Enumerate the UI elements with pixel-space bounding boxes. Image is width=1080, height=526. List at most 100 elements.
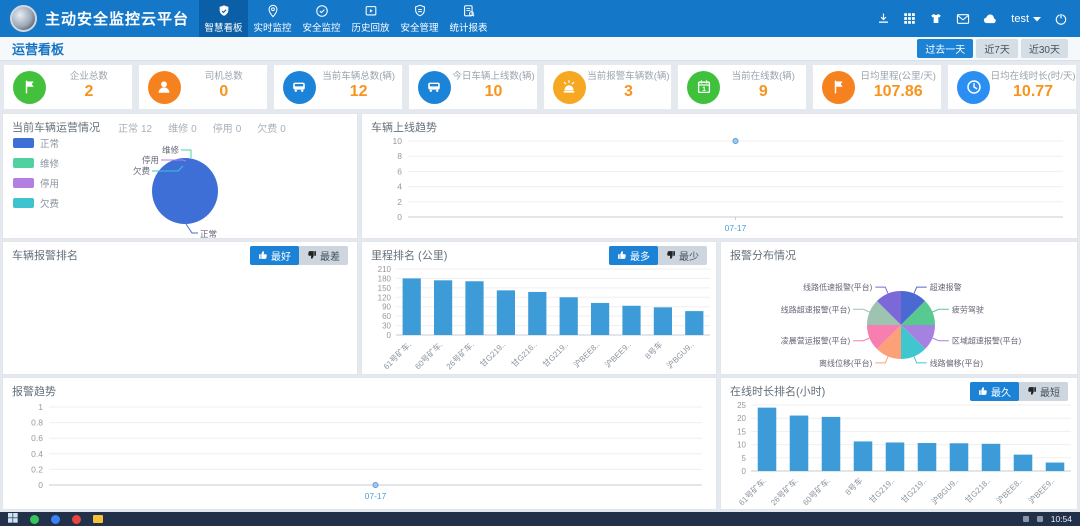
panel-online-duration: 在线时长排名(小时) 最久 最短 051015202561号矿车.26号矿车.6…: [720, 377, 1078, 510]
system-tray: 10:54: [1023, 514, 1072, 524]
legend-item-normal[interactable]: 正常: [13, 136, 59, 150]
grid-icon[interactable]: [903, 12, 916, 25]
nav-item-realtime-monitor[interactable]: 实时监控: [248, 0, 297, 37]
mail-icon[interactable]: [956, 13, 970, 25]
alarm-trend-line-chart: 00.20.40.60.8107-17: [3, 399, 718, 509]
download-icon[interactable]: [877, 12, 890, 25]
nav-item-label: 安全管理: [401, 20, 439, 34]
rank-toggle: 最好 最差: [250, 246, 348, 265]
nav-item-label: 统计报表: [450, 20, 488, 34]
kpi-label: 日均在线时长(时/天): [990, 72, 1076, 83]
folder-icon[interactable]: [93, 515, 103, 523]
windows-start-icon[interactable]: [8, 510, 18, 526]
app-title: 主动安全监控云平台: [45, 8, 189, 29]
pie-legend: 正常 维修 停用 欠费: [13, 136, 59, 216]
svg-text:6: 6: [397, 166, 402, 176]
svg-text:90: 90: [382, 303, 391, 312]
online-duration-bar-chart: 051015202561号矿车.26号矿车.60号矿车.8号车甘G219..甘G…: [721, 399, 1079, 509]
svg-text:0.8: 0.8: [31, 418, 43, 428]
longest-button[interactable]: 最久: [970, 382, 1019, 401]
legend-item-repair[interactable]: 维修: [13, 156, 59, 170]
svg-text:凌晨营运报警(平台): 凌晨营运报警(平台): [781, 336, 851, 346]
chrome-icon[interactable]: [72, 515, 81, 524]
kpi-label: 今日车辆上线数(辆): [451, 72, 537, 83]
taskbar-clock[interactable]: 10:54: [1051, 514, 1072, 524]
taskbar-app-green-icon[interactable]: [30, 515, 39, 524]
best-button[interactable]: 最好: [250, 246, 299, 265]
legend-item-arrears[interactable]: 欠费: [13, 196, 59, 210]
svg-text:甘G219..: 甘G219..: [478, 339, 508, 369]
svg-text:甘G219..: 甘G219..: [867, 475, 897, 505]
svg-text:10: 10: [737, 441, 746, 450]
alarm-icon: [553, 71, 586, 104]
svg-text:维修: 维修: [162, 145, 180, 155]
kpi-label: 司机总数: [181, 72, 267, 83]
svg-text:0: 0: [742, 467, 747, 476]
shield-list-icon: [413, 4, 427, 18]
windows-taskbar: 10:54: [0, 512, 1080, 526]
nav-item-history-playback[interactable]: 历史回放: [346, 0, 395, 37]
legend-item-disabled[interactable]: 停用: [13, 176, 59, 190]
svg-text:超速报警: 超速报警: [930, 282, 962, 292]
kpi-value: 3: [586, 83, 672, 101]
svg-text:0.2: 0.2: [31, 464, 43, 474]
panel-title: 当前车辆运营情况: [12, 119, 100, 135]
main-menu: 智慧看板 实时监控 安全监控 历史回放 安全管理 统计报表: [199, 0, 493, 37]
chevron-down-icon: [1033, 13, 1041, 25]
flag-icon: [822, 71, 855, 104]
panel-alarm-trend: 报警趋势 00.20.40.60.8107-17: [2, 377, 717, 510]
stat-arrears: 欠费0: [257, 120, 286, 135]
nav-item-statistics-report[interactable]: 统计报表: [444, 0, 493, 37]
svg-text:0: 0: [387, 331, 392, 340]
panel-header: 当前车辆运营情况 正常12 维修0 停用0 欠费0: [3, 114, 357, 135]
svg-text:26号矿车.: 26号矿车.: [769, 475, 801, 507]
nav-item-safety-monitor[interactable]: 安全监控: [297, 0, 346, 37]
navbar-actions: test: [877, 0, 1080, 37]
kpi-value: 10.77: [990, 83, 1076, 101]
filter-30-days-button[interactable]: 近30天: [1021, 39, 1068, 58]
rank-toggle: 最多 最少: [609, 246, 707, 265]
panel-title: 车辆报警排名: [12, 247, 78, 263]
tray-icon[interactable]: [1037, 516, 1043, 522]
legend-swatch: [13, 158, 34, 168]
taskbar-app-blue-icon[interactable]: [51, 515, 60, 524]
svg-text:正常: 正常: [200, 229, 217, 239]
rank-toggle: 最久 最短: [970, 382, 1068, 401]
worst-button[interactable]: 最差: [299, 246, 348, 265]
playback-icon: [364, 4, 378, 18]
shield-icon: [217, 4, 231, 18]
clock-icon: [957, 71, 990, 104]
svg-text:线路偏移(平台): 线路偏移(平台): [930, 358, 984, 368]
tray-icon[interactable]: [1023, 516, 1029, 522]
kpi-card-online-today: 今日车辆上线数(辆)10: [408, 64, 538, 110]
nav-item-dashboard[interactable]: 智慧看板: [199, 0, 248, 37]
kpi-card-avg-mileage: 日均里程(公里/天)107.86: [812, 64, 942, 110]
panel-alarm-distribution: 报警分布情况 超速报警疲劳驾驶区域超速报警(平台)线路偏移(平台)离线位移(平台…: [720, 241, 1078, 375]
calendar-icon: 1: [687, 71, 720, 104]
most-button[interactable]: 最多: [609, 246, 658, 265]
svg-text:0: 0: [38, 480, 43, 490]
skin-icon[interactable]: [929, 12, 943, 25]
brand: 主动安全监控云平台: [0, 0, 199, 37]
filter-past-day-button[interactable]: 过去一天: [917, 39, 973, 58]
svg-text:区域超速报警(平台): 区域超速报警(平台): [952, 336, 1022, 346]
svg-text:1: 1: [702, 86, 706, 93]
svg-text:8号车: 8号车: [643, 339, 665, 361]
kpi-value: 2: [46, 83, 132, 101]
nav-item-label: 历史回放: [352, 20, 390, 34]
svg-text:10: 10: [393, 136, 403, 146]
user-name: test: [1011, 13, 1029, 25]
power-icon[interactable]: [1054, 12, 1068, 26]
least-button[interactable]: 最少: [658, 246, 707, 265]
svg-text:线路超速报警(平台): 线路超速报警(平台): [781, 304, 851, 314]
shortest-button[interactable]: 最短: [1019, 382, 1068, 401]
nav-item-safety-management[interactable]: 安全管理: [395, 0, 444, 37]
cloud-icon[interactable]: [983, 13, 998, 24]
user-menu[interactable]: test: [1011, 13, 1041, 25]
svg-text:5: 5: [742, 454, 747, 463]
flag-icon: [13, 71, 46, 104]
mileage-rank-bar-chart: 030609012015018021061号矿车.60号矿车.26号矿车.甘G2…: [362, 263, 718, 375]
svg-text:15: 15: [737, 427, 746, 436]
svg-text:沪BEE9..: 沪BEE9..: [603, 339, 633, 369]
filter-7-days-button[interactable]: 近7天: [976, 39, 1018, 58]
